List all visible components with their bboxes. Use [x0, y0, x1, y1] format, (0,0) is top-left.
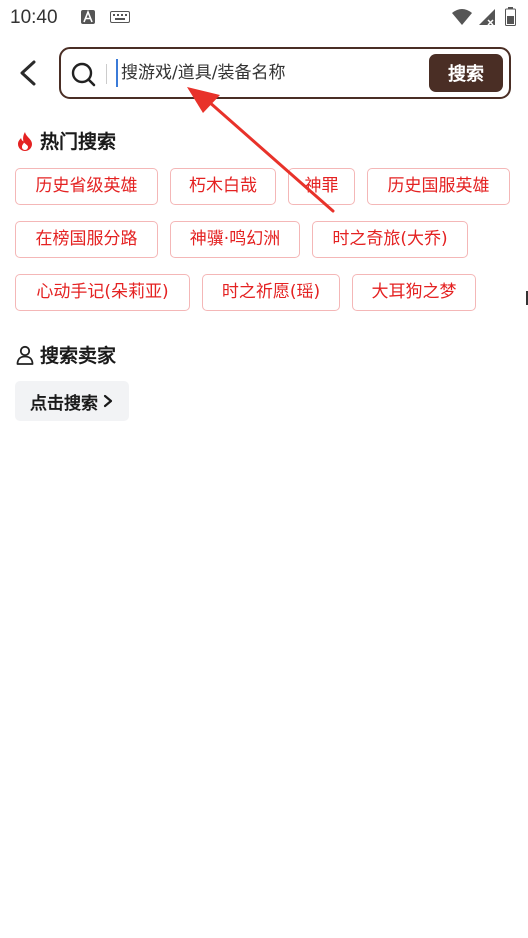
- hot-search-tag[interactable]: 在榜国服分路: [15, 221, 158, 258]
- search-button[interactable]: 搜索: [429, 54, 503, 92]
- hot-search-title: 热门搜索: [40, 131, 117, 153]
- hot-search-tag[interactable]: 神罪: [288, 168, 355, 205]
- wifi-icon: [452, 9, 472, 25]
- search-input[interactable]: [116, 59, 421, 87]
- seller-search-title: 搜索卖家: [40, 345, 117, 367]
- hot-search-heading: 热门搜索: [16, 127, 116, 154]
- chevron-left-icon: [20, 60, 36, 86]
- hot-search-tag[interactable]: 神骥·鸣幻洲: [170, 221, 300, 258]
- search-divider: [106, 64, 107, 84]
- hot-search-tag[interactable]: 时之祈愿(瑶): [202, 274, 340, 311]
- signal-icon: [479, 9, 495, 26]
- text-a-icon: [81, 9, 95, 24]
- hot-search-tag[interactable]: 心动手记(朵莉亚): [15, 274, 190, 311]
- hot-search-tag[interactable]: 大耳狗之梦: [352, 274, 476, 311]
- person-icon: [16, 345, 34, 365]
- seller-search-label: 点击搜索: [30, 393, 98, 414]
- hot-search-tag[interactable]: 朽木白哉: [170, 168, 276, 205]
- chevron-right-icon: [103, 394, 113, 408]
- battery-icon: [505, 7, 516, 26]
- status-time: 10:40: [10, 7, 58, 28]
- back-button[interactable]: [14, 58, 42, 88]
- flame-icon: [18, 131, 32, 151]
- keyboard-icon: [110, 11, 130, 23]
- hot-search-tag[interactable]: 历史省级英雄: [15, 168, 158, 205]
- seller-search-heading: 搜索卖家: [16, 341, 116, 368]
- seller-search-button[interactable]: 点击搜索: [15, 381, 129, 421]
- search-bar: 搜索: [59, 47, 511, 99]
- hot-search-tag[interactable]: 时之奇旅(大乔): [312, 221, 468, 258]
- status-bar: 10:40: [0, 0, 528, 36]
- hot-search-tag[interactable]: 历史国服英雄: [367, 168, 510, 205]
- search-icon: [71, 62, 96, 87]
